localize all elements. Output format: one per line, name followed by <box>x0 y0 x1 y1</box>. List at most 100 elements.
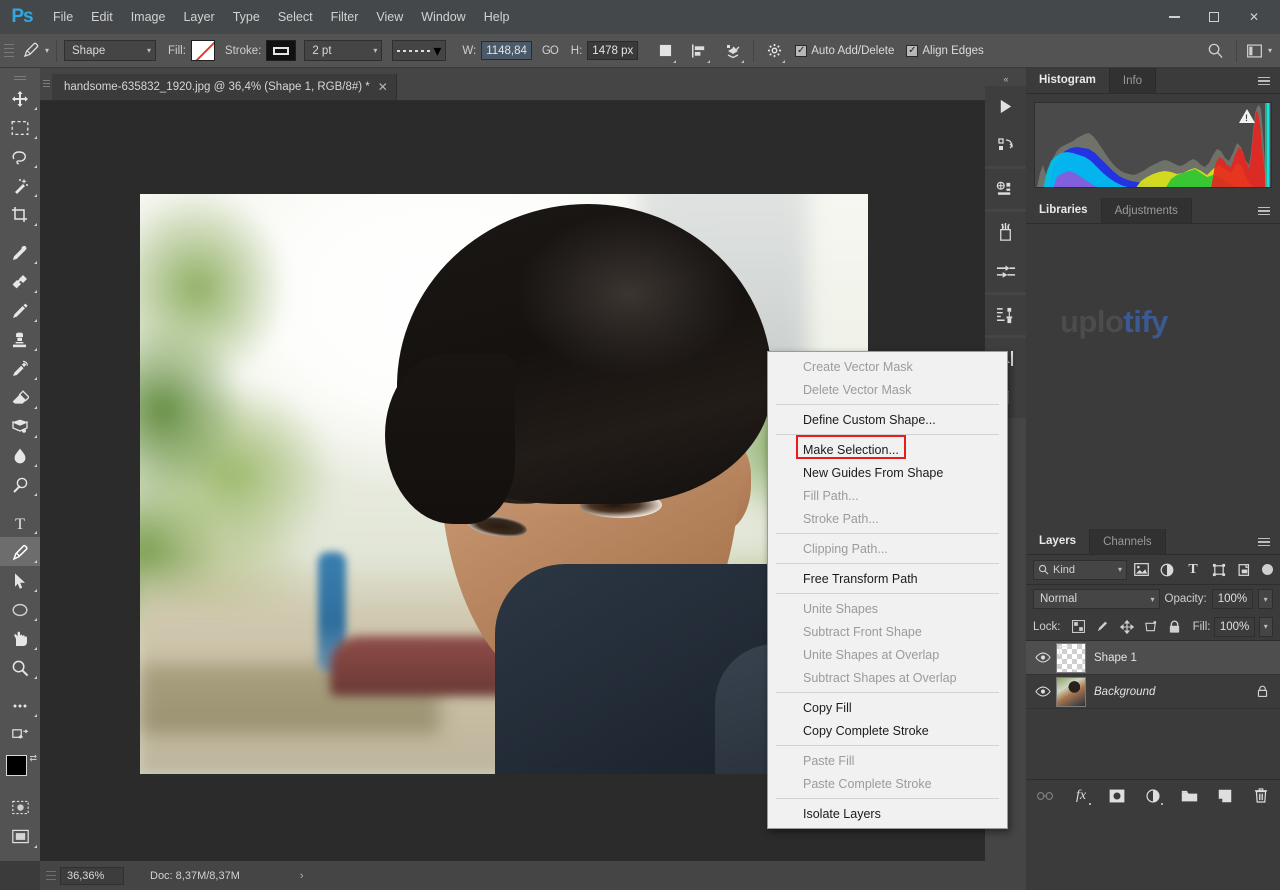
lock-transparent-pixels-icon[interactable] <box>1069 617 1089 637</box>
close-icon[interactable]: ✕ <box>378 80 388 94</box>
opacity-stepper[interactable]: ▾ <box>1258 589 1273 609</box>
path-arrangement-icon[interactable] <box>720 38 746 64</box>
menu-item-file[interactable]: File <box>44 0 82 34</box>
filter-smart-object-icon[interactable] <box>1233 559 1257 581</box>
status-expand-icon[interactable]: › <box>300 870 304 882</box>
menu-item-edit[interactable]: Edit <box>82 0 122 34</box>
document-image[interactable] <box>140 194 868 774</box>
type-tool[interactable]: T <box>0 508 40 537</box>
lock-all-icon[interactable] <box>1165 617 1185 637</box>
menu-item-layer[interactable]: Layer <box>174 0 223 34</box>
new-layer-button[interactable] <box>1215 785 1235 807</box>
layer-list-empty-space[interactable] <box>1026 709 1280 779</box>
ellipse-tool[interactable] <box>0 595 40 624</box>
delete-layer-button[interactable] <box>1251 785 1271 807</box>
path-alignment-icon[interactable] <box>686 38 712 64</box>
tab-libraries[interactable]: Libraries <box>1026 198 1102 223</box>
brush-tool[interactable] <box>0 296 40 325</box>
menu-item-window[interactable]: Window <box>412 0 474 34</box>
gradient-tool[interactable] <box>0 412 40 441</box>
history-icon[interactable] <box>985 126 1026 166</box>
menu-item-view[interactable]: View <box>367 0 412 34</box>
layer-mask-button[interactable] <box>1107 785 1127 807</box>
layer-row[interactable]: Shape 1 <box>1026 641 1280 675</box>
fill-swatch[interactable] <box>190 40 215 61</box>
tab-info[interactable]: Info <box>1109 68 1157 93</box>
history-brush-tool[interactable] <box>0 354 40 383</box>
brush-settings-icon[interactable] <box>985 252 1026 292</box>
foreground-color-swatch[interactable] <box>6 755 27 776</box>
path-mode-select[interactable]: Shape ▾ <box>64 40 157 61</box>
swap-colors-icon[interactable]: ⇄ <box>29 753 37 764</box>
layer-thumbnail[interactable] <box>1056 642 1086 673</box>
menu-item-help[interactable]: Help <box>475 0 519 34</box>
pen-tool[interactable] <box>0 537 40 566</box>
tools-panel-grip[interactable] <box>0 72 40 84</box>
clone-source-icon[interactable] <box>985 295 1026 335</box>
filter-enable-toggle[interactable] <box>1262 564 1273 575</box>
menu-item-filter[interactable]: Filter <box>322 0 368 34</box>
screen-mode-button[interactable] <box>0 822 40 851</box>
collapse-panels-icon[interactable]: « <box>985 72 1026 86</box>
filter-adjustment-icon[interactable] <box>1155 559 1179 581</box>
maximize-button[interactable] <box>1194 6 1234 28</box>
color-swatches[interactable]: ⇄ <box>0 753 40 789</box>
lock-position-icon[interactable] <box>1117 617 1137 637</box>
zoom-tool[interactable] <box>0 653 40 682</box>
menu-item-type[interactable]: Type <box>224 0 269 34</box>
filter-pixel-icon[interactable] <box>1129 559 1153 581</box>
edit-toolbar-button[interactable] <box>0 720 40 749</box>
filter-kind-select[interactable]: Kind ▾ <box>1033 559 1127 580</box>
workspace-chevron-down-icon[interactable]: ▾ <box>1268 46 1272 55</box>
stroke-weight-select[interactable]: 2 pt ▾ <box>304 40 383 61</box>
path-operations-icon[interactable] <box>652 38 678 64</box>
panel-menu-icon[interactable] <box>1254 198 1274 224</box>
opacity-input[interactable]: 100% <box>1211 589 1254 609</box>
eraser-tool[interactable] <box>0 383 40 412</box>
context-menu-item[interactable]: Define Custom Shape... <box>768 408 1007 431</box>
libraries-body[interactable]: uplotify <box>1026 224 1280 529</box>
context-menu-item[interactable]: Free Transform Path <box>768 567 1007 590</box>
options-bar-grip[interactable] <box>4 39 14 63</box>
align-edges-checkbox[interactable]: ✓ Align Edges <box>906 44 984 57</box>
fill-input[interactable]: 100% <box>1214 616 1255 637</box>
zoom-level-input[interactable]: 36,36% <box>60 866 124 885</box>
filter-type-icon[interactable]: T <box>1181 559 1205 581</box>
auto-add-delete-checkbox[interactable]: ✓ Auto Add/Delete <box>795 44 894 57</box>
lock-image-pixels-icon[interactable] <box>1093 617 1113 637</box>
menu-item-image[interactable]: Image <box>122 0 175 34</box>
new-group-button[interactable] <box>1179 785 1199 807</box>
context-menu-item[interactable]: Copy Fill <box>768 696 1007 719</box>
blur-tool[interactable] <box>0 441 40 470</box>
context-menu-item[interactable]: New Guides From Shape <box>768 461 1007 484</box>
clone-stamp-tool[interactable] <box>0 325 40 354</box>
lasso-tool[interactable] <box>0 142 40 171</box>
fill-stepper[interactable]: ▾ <box>1258 616 1273 637</box>
minimize-button[interactable] <box>1154 6 1194 28</box>
lock-artboard-nesting-icon[interactable] <box>1141 617 1161 637</box>
layer-visibility-toggle[interactable] <box>1030 686 1056 697</box>
properties-icon[interactable] <box>985 169 1026 209</box>
healing-brush-tool[interactable] <box>0 267 40 296</box>
height-input[interactable]: 1478 px <box>587 41 639 60</box>
context-menu-item[interactable]: Copy Complete Stroke <box>768 719 1007 742</box>
search-icon[interactable] <box>1203 38 1229 64</box>
layer-visibility-toggle[interactable] <box>1030 652 1056 663</box>
stroke-style-select[interactable]: ▾ <box>392 40 447 61</box>
filter-shape-icon[interactable] <box>1207 559 1231 581</box>
blend-mode-select[interactable]: Normal ▾ <box>1033 589 1160 609</box>
uncached-warning-icon[interactable] <box>1239 109 1255 123</box>
layer-thumbnail[interactable] <box>1056 676 1086 707</box>
tab-adjustments[interactable]: Adjustments <box>1101 198 1192 223</box>
actions-play-icon[interactable] <box>985 86 1026 126</box>
quick-mask-button[interactable] <box>0 793 40 822</box>
more-tools[interactable] <box>0 691 40 720</box>
path-selection-tool[interactable] <box>0 566 40 595</box>
brushes-icon[interactable] <box>985 212 1026 252</box>
tab-histogram[interactable]: Histogram <box>1026 68 1110 93</box>
context-menu-item[interactable]: Isolate Layers <box>768 802 1007 825</box>
tab-layers[interactable]: Layers <box>1026 529 1091 554</box>
rectangular-marquee-tool[interactable] <box>0 113 40 142</box>
panel-menu-icon[interactable] <box>1254 529 1274 555</box>
crop-tool[interactable] <box>0 200 40 229</box>
